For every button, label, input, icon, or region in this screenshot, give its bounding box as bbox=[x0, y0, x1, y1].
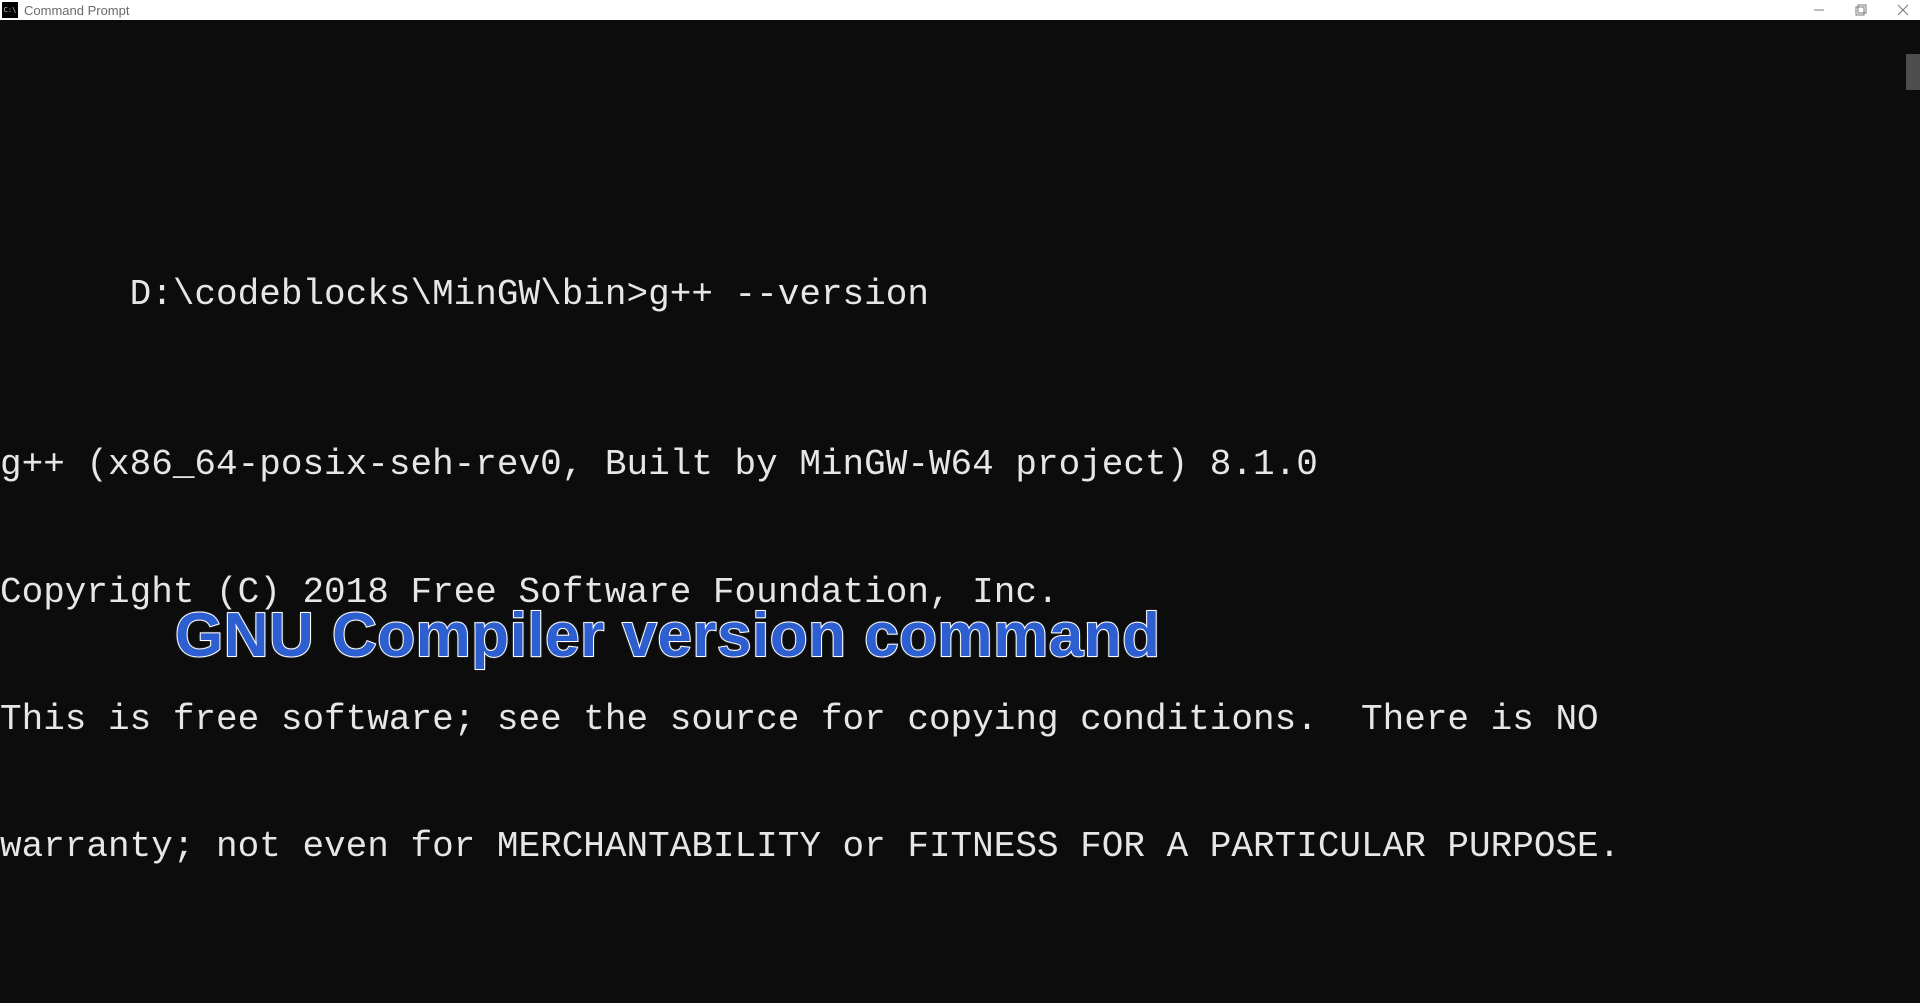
window-title: Command Prompt bbox=[24, 3, 129, 18]
annotation-caption: GNU Compiler version command bbox=[175, 600, 1161, 671]
blank-space bbox=[0, 105, 1906, 147]
maximize-button[interactable] bbox=[1854, 3, 1868, 17]
window-controls bbox=[1812, 3, 1918, 17]
minimize-button[interactable] bbox=[1812, 3, 1826, 17]
output-line: g++ (x86_64-posix-seh-rev0, Built by Min… bbox=[0, 444, 1906, 486]
output-line: This is free software; see the source fo… bbox=[0, 699, 1906, 741]
terminal-output[interactable]: D:\codeblocks\MinGW\bin>g++ --version g+… bbox=[0, 20, 1920, 1003]
command-text: g++ --version bbox=[648, 274, 929, 315]
window-titlebar: Command Prompt bbox=[0, 0, 1920, 20]
titlebar-left: Command Prompt bbox=[2, 2, 129, 18]
cmd-icon bbox=[2, 2, 18, 18]
close-button[interactable] bbox=[1896, 3, 1910, 17]
blank-space bbox=[0, 954, 1906, 1003]
prompt-path: D:\codeblocks\MinGW\bin> bbox=[130, 274, 648, 315]
output-line: warranty; not even for MERCHANTABILITY o… bbox=[0, 826, 1906, 868]
prompt-line-1: D:\codeblocks\MinGW\bin>g++ --version bbox=[0, 232, 1906, 359]
vertical-scrollbar[interactable] bbox=[1906, 20, 1920, 1003]
scroll-thumb[interactable] bbox=[1906, 54, 1920, 90]
terminal-area[interactable]: D:\codeblocks\MinGW\bin>g++ --version g+… bbox=[0, 20, 1920, 1003]
